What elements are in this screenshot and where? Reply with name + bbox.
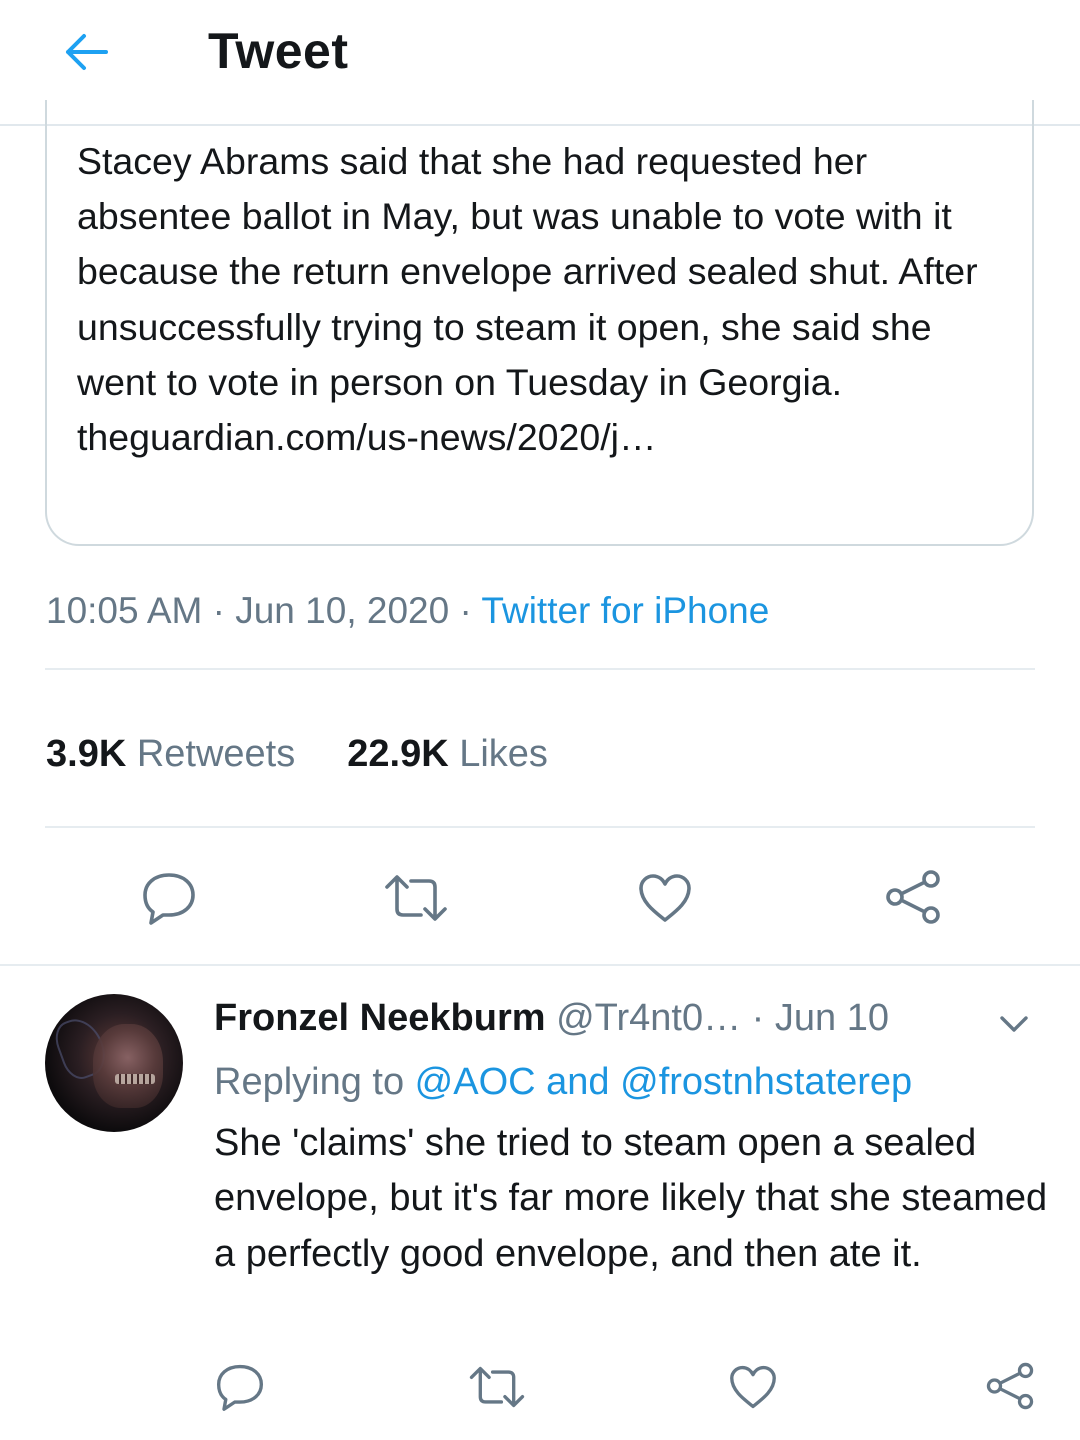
reply-button[interactable] (210, 1358, 270, 1416)
tweet-menu-button[interactable] (994, 1004, 1034, 1044)
share-icon (886, 870, 940, 924)
reply-button[interactable] (134, 866, 204, 930)
retweet-button[interactable] (378, 866, 454, 930)
back-button[interactable] (56, 26, 116, 78)
share-button[interactable] (980, 1356, 1040, 1416)
avatar[interactable] (45, 994, 183, 1132)
share-button[interactable] (878, 864, 948, 930)
mention-frostnhstaterep[interactable]: @frostnhstaterep (620, 1061, 912, 1103)
reply-text: She 'claims' she tried to steam open a s… (214, 1122, 1048, 1275)
likes-label: Likes (448, 733, 548, 775)
page-title: Tweet (208, 23, 349, 79)
reply-author-handle[interactable]: @Tr4nt0… (556, 997, 741, 1039)
meta-separator: · (741, 997, 775, 1039)
like-button[interactable] (722, 1358, 784, 1416)
tweet-stats: 3.9K Retweets 22.9K Likes (46, 733, 548, 776)
replying-to: Replying to @AOC and @frostnhstaterep (214, 1061, 912, 1104)
likes-count: 22.9K (347, 733, 449, 775)
arrow-left-icon (66, 34, 108, 70)
tweet-time: 10:05 AM (46, 590, 203, 631)
reply-icon (143, 873, 195, 925)
reply-header: Fronzel Neekburm @Tr4nt0… · Jun 10 (214, 997, 889, 1040)
quoted-tweet-text: Stacey Abrams said that she had requeste… (77, 140, 978, 459)
share-icon (986, 1362, 1034, 1410)
reply-separator (0, 964, 1080, 966)
quoted-tweet-card[interactable]: Stacey Abrams said that she had requeste… (45, 100, 1034, 546)
likes-stat[interactable]: 22.9K Likes (347, 733, 548, 775)
retweet-icon (385, 875, 447, 921)
like-icon (730, 1365, 776, 1409)
meta-separator: · (449, 590, 482, 631)
tweet-source-link[interactable]: Twitter for iPhone (481, 590, 769, 631)
chevron-down-icon (1000, 1016, 1028, 1032)
reply-icon (216, 1364, 264, 1411)
retweet-icon (469, 1366, 525, 1408)
divider (45, 826, 1035, 828)
like-button[interactable] (630, 866, 700, 930)
retweets-stat[interactable]: 3.9K Retweets (46, 733, 295, 775)
retweets-count: 3.9K (46, 733, 127, 775)
divider (45, 668, 1035, 670)
tweet-date: Jun 10, 2020 (235, 590, 450, 631)
retweets-label: Retweets (126, 733, 296, 775)
replying-prefix: Replying to (214, 1061, 415, 1103)
mention-aoc[interactable]: @AOC (415, 1061, 536, 1103)
reply-date: Jun 10 (774, 997, 889, 1039)
mention-and: and (535, 1061, 621, 1103)
meta-separator: · (202, 590, 236, 631)
retweet-button[interactable] (464, 1358, 530, 1416)
tweet-meta: 10:05 AM · Jun 10, 2020 · Twitter for iP… (46, 590, 769, 632)
reply-author-name[interactable]: Fronzel Neekburm (214, 997, 546, 1039)
like-icon (639, 874, 691, 922)
